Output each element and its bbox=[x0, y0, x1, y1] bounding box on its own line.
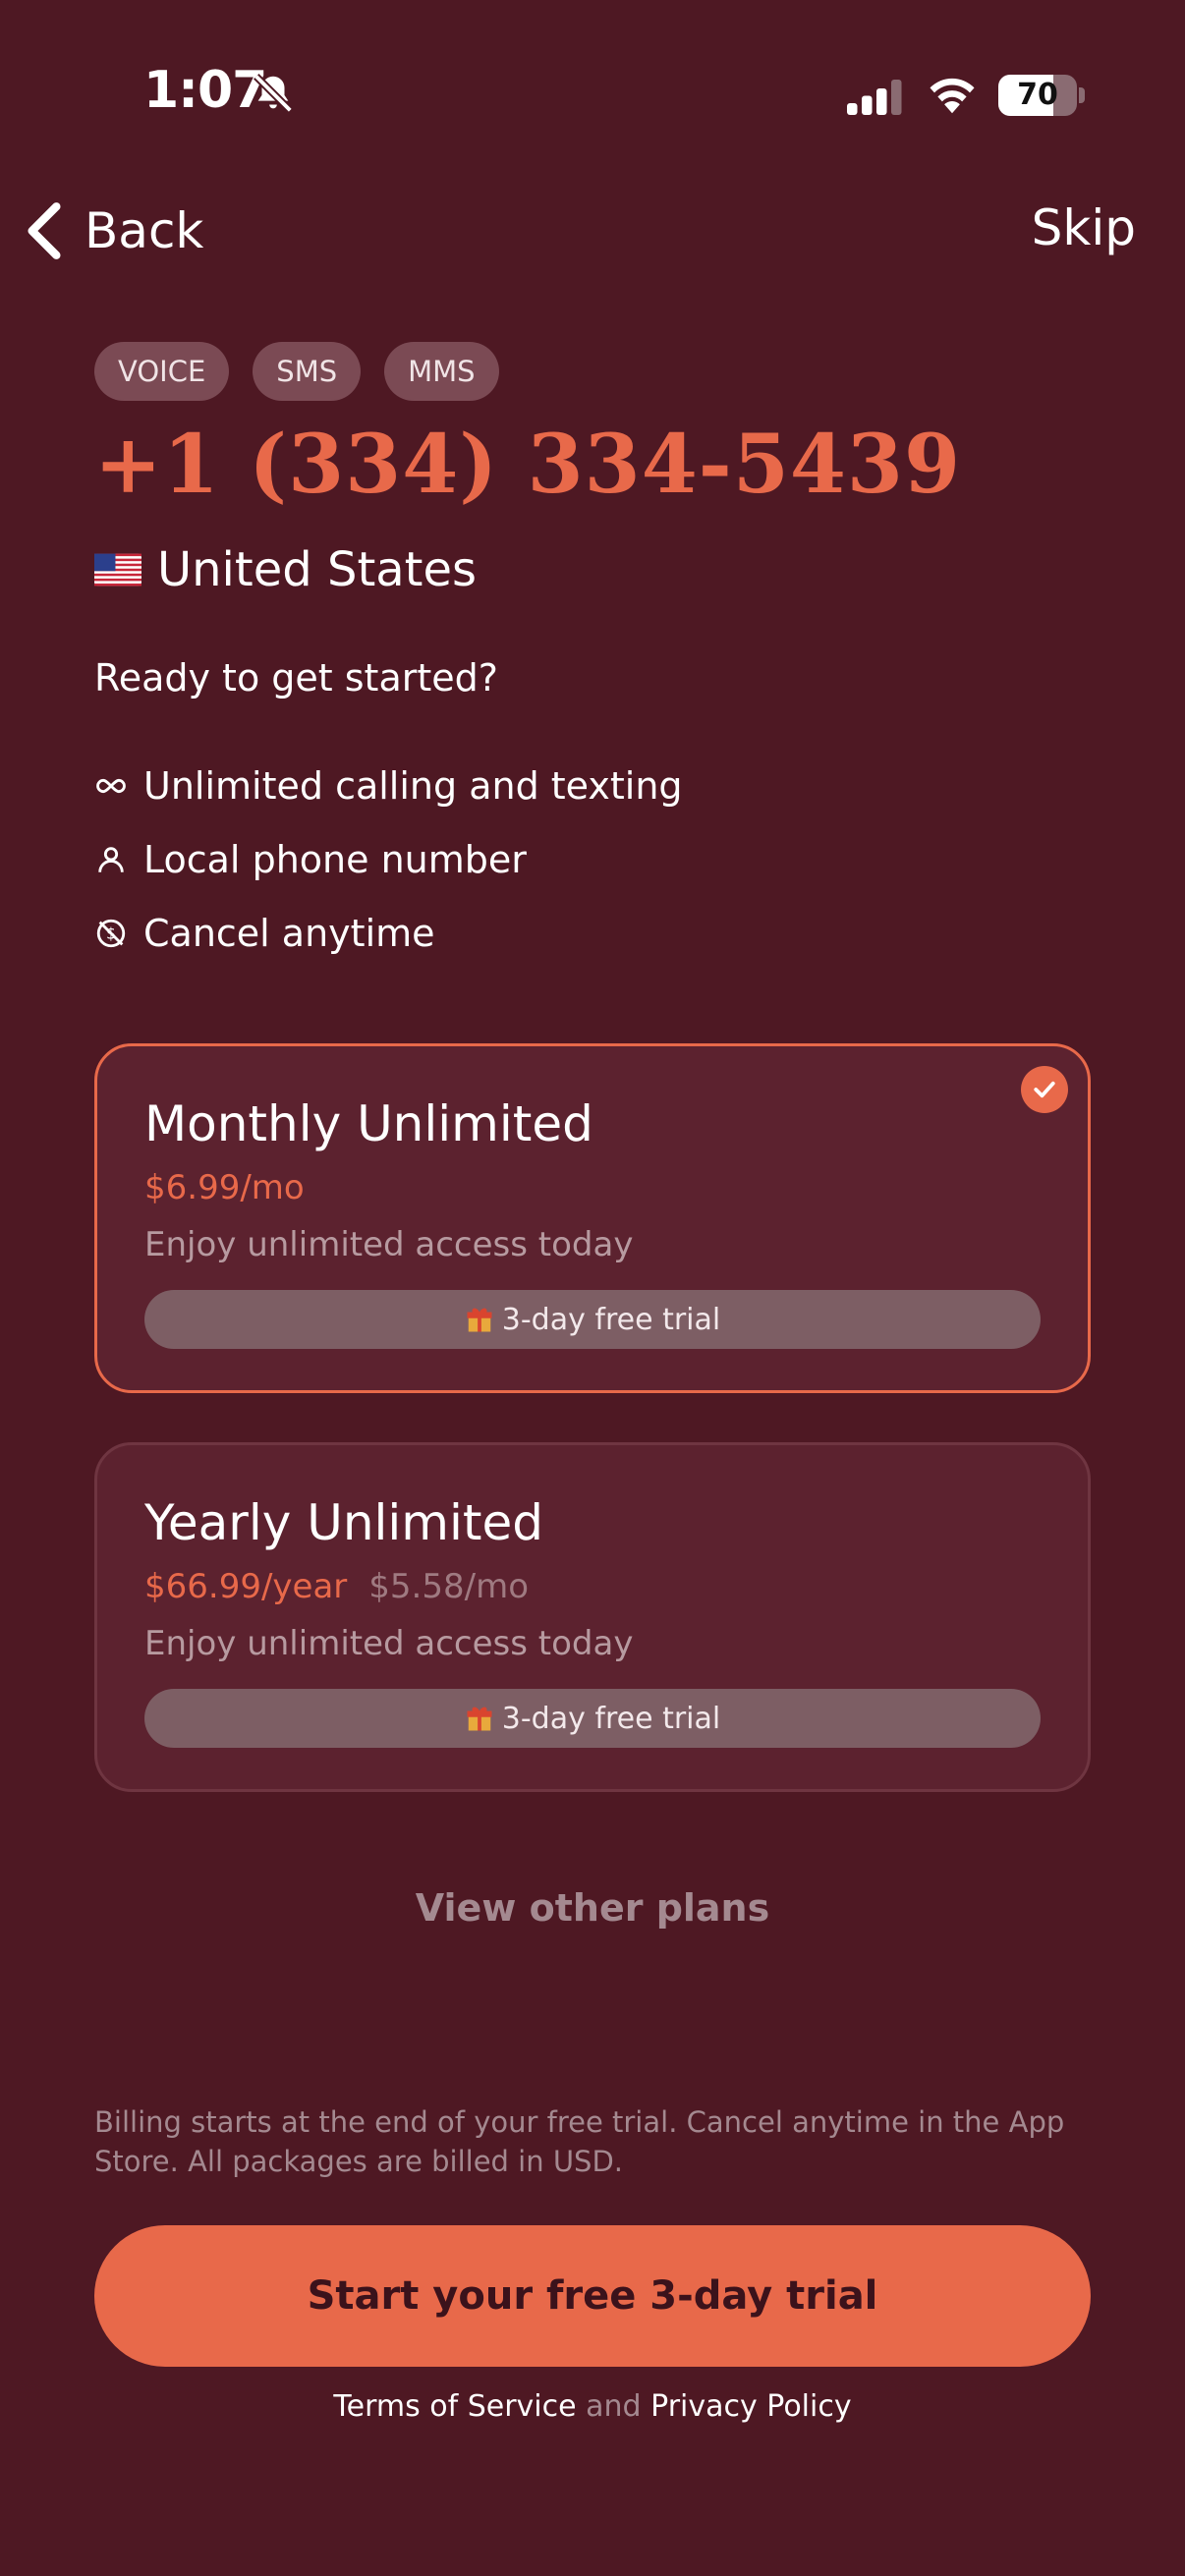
selected-check-icon bbox=[1021, 1066, 1068, 1113]
skip-button[interactable]: Skip bbox=[1032, 199, 1136, 256]
status-time: 1:07 bbox=[143, 61, 267, 120]
start-trial-button[interactable]: Start your free 3-day trial bbox=[94, 2225, 1091, 2367]
phone-number: +1 (334) 334-5439 bbox=[94, 418, 962, 512]
plan-title: Monthly Unlimited bbox=[144, 1095, 593, 1152]
battery-cap bbox=[1079, 87, 1085, 103]
plan-price-row: $66.99/year $5.58/mo bbox=[144, 1567, 529, 1606]
feature-item: $ Cancel anytime bbox=[94, 896, 683, 970]
legal-links: Terms of Service and Privacy Policy bbox=[0, 2389, 1185, 2424]
capability-pill-sms: SMS bbox=[253, 342, 362, 401]
plan-monthly-equivalent: $5.58/mo bbox=[368, 1567, 529, 1606]
view-other-plans-link[interactable]: View other plans bbox=[0, 1886, 1185, 1930]
trial-label: 3-day free trial bbox=[501, 1302, 721, 1337]
infinity-icon bbox=[96, 778, 126, 793]
back-label: Back bbox=[85, 202, 204, 259]
terms-of-service-link[interactable]: Terms of Service bbox=[333, 2389, 576, 2424]
capability-pill-mms: MMS bbox=[384, 342, 499, 401]
plan-price: $6.99/mo bbox=[144, 1168, 305, 1207]
person-icon bbox=[98, 846, 124, 872]
feature-item: Unlimited calling and texting bbox=[94, 749, 683, 822]
gift-icon bbox=[467, 1707, 492, 1731]
capability-pill-voice: VOICE bbox=[94, 342, 230, 401]
ready-prompt: Ready to get started? bbox=[94, 656, 498, 700]
us-flag-icon bbox=[94, 553, 141, 587]
country-name: United States bbox=[157, 542, 478, 597]
plan-description: Enjoy unlimited access today bbox=[144, 1624, 634, 1663]
back-button[interactable]: Back bbox=[24, 196, 203, 265]
plan-description: Enjoy unlimited access today bbox=[144, 1225, 634, 1264]
bell-slash-icon bbox=[254, 74, 293, 113]
cancel-subscription-icon: $ bbox=[96, 919, 126, 947]
billing-note: Billing starts at the end of your free t… bbox=[94, 2105, 1065, 2178]
feature-list: Unlimited calling and texting Local phon… bbox=[94, 749, 683, 970]
privacy-policy-link[interactable]: Privacy Policy bbox=[650, 2389, 851, 2424]
feature-item: Local phone number bbox=[94, 822, 683, 896]
plan-card-yearly[interactable]: Yearly Unlimited $66.99/year $5.58/mo Enj… bbox=[94, 1442, 1091, 1792]
legal-conjunction: and bbox=[586, 2389, 642, 2424]
chevron-left-icon bbox=[28, 202, 61, 259]
plan-price: $66.99/year bbox=[144, 1567, 348, 1606]
trial-badge: 3-day free trial bbox=[144, 1290, 1041, 1349]
feature-label: Local phone number bbox=[143, 837, 527, 881]
plan-card-monthly[interactable]: Monthly Unlimited $6.99/mo Enjoy unlimit… bbox=[94, 1043, 1091, 1393]
feature-label: Cancel anytime bbox=[143, 911, 435, 955]
gift-icon bbox=[467, 1308, 492, 1332]
trial-label: 3-day free trial bbox=[501, 1701, 721, 1736]
country-row: United States bbox=[94, 542, 477, 597]
battery-level: 70 bbox=[1017, 78, 1058, 112]
cellular-signal-icon bbox=[847, 80, 902, 115]
plan-title: Yearly Unlimited bbox=[144, 1494, 544, 1551]
capability-pills: VOICE SMS MMS bbox=[94, 342, 499, 401]
battery-indicator: 70 bbox=[998, 75, 1077, 116]
wifi-icon bbox=[930, 78, 975, 114]
feature-label: Unlimited calling and texting bbox=[143, 763, 683, 808]
trial-badge: 3-day free trial bbox=[144, 1689, 1041, 1748]
